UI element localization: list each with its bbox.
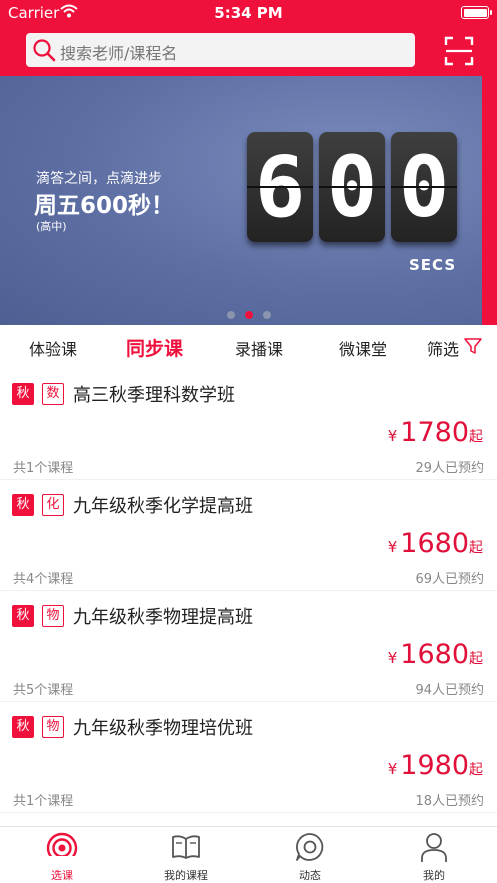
carousel-dots <box>0 304 497 323</box>
course-type-tabs: 体验课 同步课 录播课 微课堂 筛选 <box>0 325 497 369</box>
subject-badge: 数 <box>42 383 64 405</box>
scan-icon[interactable] <box>444 36 474 66</box>
subject-badge: 物 <box>42 716 64 738</box>
filter-button[interactable]: 筛选 <box>427 336 459 360</box>
nav-select-course[interactable]: 选课 <box>0 827 124 883</box>
season-badge: 秋 <box>12 383 34 405</box>
lesson-count: 共4个课程 <box>13 572 74 587</box>
course-item[interactable]: 秋 数 高三秋季理科数学班 ¥1780起 共1个课程 29人已预约 <box>0 369 497 480</box>
header: 搜索老师/课程名 <box>0 26 497 76</box>
lesson-count: 共5个课程 <box>13 683 74 698</box>
bottom-nav: 选课 我的课程 动态 我的 <box>0 826 497 883</box>
subject-badge: 化 <box>42 494 64 516</box>
promo-banner[interactable]: 滴答之间，点滴进步 周五600秒！ (高中) 6 0 0 SECS <box>0 76 497 325</box>
battery-icon <box>461 6 492 19</box>
course-item[interactable]: 秋 物 九年级秋季物理培优班 ¥1980起 共1个课程 18人已预约 <box>0 702 497 813</box>
course-item[interactable]: 秋 化 九年级秋季化学提高班 ¥1680起 共4个课程 69人已预约 <box>0 480 497 591</box>
search-placeholder: 搜索老师/课程名 <box>60 44 178 63</box>
status-bar: Carrier 5:34 PM <box>0 0 497 26</box>
price-value: 1680 <box>400 528 469 559</box>
nav-label: 动态 <box>299 869 321 882</box>
banner-unit: SECS <box>409 256 457 274</box>
course-price: ¥1680起 <box>388 528 483 559</box>
user-icon <box>421 833 447 862</box>
booked-count: 69人已预约 <box>415 572 484 587</box>
lesson-count: 共1个课程 <box>13 461 74 476</box>
flip-digit: 6 <box>247 132 313 242</box>
booked-count: 94人已预约 <box>415 683 484 698</box>
price-value: 1780 <box>400 417 469 448</box>
nav-profile[interactable]: 我的 <box>372 827 496 883</box>
subject-badge: 物 <box>42 605 64 627</box>
season-badge: 秋 <box>12 494 34 516</box>
search-icon <box>33 39 56 62</box>
book-icon <box>172 835 200 859</box>
currency-symbol: ¥ <box>387 538 398 556</box>
lesson-count: 共1个课程 <box>13 794 74 809</box>
search-input[interactable]: 搜索老师/课程名 <box>26 33 415 67</box>
course-price: ¥1780起 <box>388 417 483 448</box>
banner-subtitle: 滴答之间，点滴进步 <box>36 171 162 187</box>
clock: 5:34 PM <box>214 4 283 22</box>
banner-headline: 周五600秒！ <box>34 193 175 219</box>
banner-level: (高中) <box>36 220 67 233</box>
price-value: 1680 <box>400 639 469 670</box>
flip-digit: 0 <box>319 132 385 242</box>
course-item[interactable]: 秋 物 九年级秋季物理提高班 ¥1680起 共5个课程 94人已预约 <box>0 591 497 702</box>
price-suffix: 起 <box>469 651 483 667</box>
currency-symbol: ¥ <box>387 760 398 778</box>
chat-icon <box>296 833 324 861</box>
price-suffix: 起 <box>469 762 483 778</box>
carousel-dot[interactable] <box>226 311 235 319</box>
carousel-dot-active[interactable] <box>244 311 253 319</box>
price-value: 1980 <box>400 750 469 781</box>
nav-label: 选课 <box>51 869 73 882</box>
booked-count: 29人已预约 <box>415 461 484 476</box>
currency-symbol: ¥ <box>387 427 398 445</box>
carousel-dot[interactable] <box>262 311 271 319</box>
course-name: 九年级秋季物理提高班 <box>73 607 253 628</box>
tab-trial[interactable]: 体验课 <box>29 336 77 360</box>
course-price: ¥1680起 <box>388 639 483 670</box>
course-name: 高三秋季理科数学班 <box>73 385 235 406</box>
price-suffix: 起 <box>469 429 483 445</box>
currency-symbol: ¥ <box>387 649 398 667</box>
season-badge: 秋 <box>12 605 34 627</box>
next-slide-peek <box>482 76 497 325</box>
tab-micro[interactable]: 微课堂 <box>339 336 387 360</box>
course-price: ¥1980起 <box>388 750 483 781</box>
nav-label: 我的 <box>423 869 445 882</box>
price-suffix: 起 <box>469 540 483 556</box>
nav-my-courses[interactable]: 我的课程 <box>124 827 248 883</box>
flip-digit: 0 <box>391 132 457 242</box>
course-name: 九年级秋季物理培优班 <box>73 718 253 739</box>
season-badge: 秋 <box>12 716 34 738</box>
nav-activity[interactable]: 动态 <box>248 827 372 883</box>
filter-icon[interactable] <box>464 337 482 355</box>
tab-recorded[interactable]: 录播课 <box>235 336 283 360</box>
tab-sync[interactable]: 同步课 <box>126 334 183 361</box>
broadcast-icon <box>46 832 78 863</box>
nav-label: 我的课程 <box>164 869 208 882</box>
booked-count: 18人已预约 <box>415 794 484 809</box>
course-name: 九年级秋季化学提高班 <box>73 496 253 517</box>
